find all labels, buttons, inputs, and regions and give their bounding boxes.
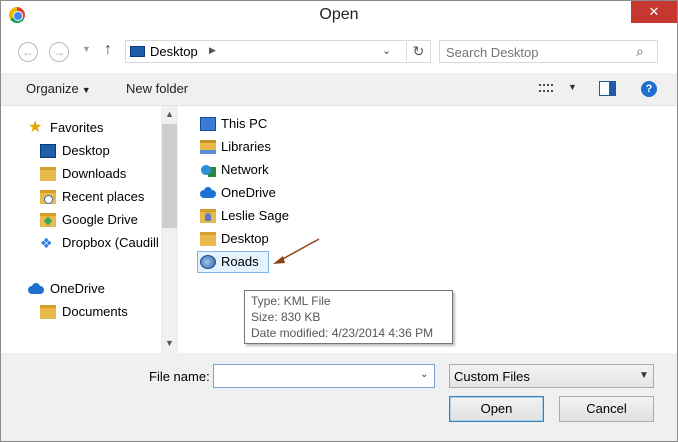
- search-input[interactable]: [446, 44, 626, 60]
- organize-label: Organize: [26, 81, 79, 96]
- chevron-down-icon: ▼: [81, 85, 91, 95]
- breadcrumb-chevron-icon[interactable]: ▶: [209, 45, 216, 56]
- address-dropdown-icon[interactable]: ⌄: [382, 44, 391, 57]
- nav-item-label: Google Drive: [62, 212, 138, 227]
- dialog-footer: File name: ⌄ Custom Files ▼ Open Cancel: [1, 353, 677, 441]
- file-item-label: Roads: [221, 254, 259, 269]
- file-type-select[interactable]: Custom Files ▼: [449, 364, 654, 388]
- file-info-tooltip: Type: KML File Size: 830 KB Date modifie…: [244, 290, 453, 344]
- kml-file-icon: [200, 255, 216, 269]
- nav-item-label: OneDrive: [50, 281, 105, 296]
- file-item-roads[interactable]: Roads: [197, 251, 269, 273]
- chevron-down-icon[interactable]: ⌄: [420, 369, 428, 380]
- organize-button[interactable]: Organize ▼: [26, 81, 91, 96]
- desktop-icon: [130, 46, 145, 57]
- downloads-folder-icon: [40, 167, 56, 181]
- recent-places-icon: [40, 190, 56, 204]
- folder-icon: [40, 305, 56, 319]
- refresh-button[interactable]: ↻: [406, 42, 430, 61]
- desktop-icon: [40, 144, 56, 158]
- up-one-level-button[interactable]: ↑: [104, 41, 112, 59]
- this-pc-icon: [200, 117, 216, 131]
- folder-icon: [200, 232, 216, 246]
- search-icon[interactable]: ⌕: [636, 43, 644, 60]
- nav-item-label: Favorites: [50, 120, 104, 135]
- onedrive-icon: [200, 186, 216, 200]
- file-item-label: Network: [221, 162, 269, 177]
- file-name-combobox[interactable]: ⌄: [213, 364, 435, 388]
- navigation-pane: ★ Favorites Desktop Downloads Recent pla…: [1, 106, 178, 354]
- nav-item-label: Downloads: [62, 166, 127, 181]
- file-item-label: OneDrive: [221, 185, 276, 200]
- file-item-label: This PC: [221, 116, 268, 131]
- scroll-down-icon[interactable]: ▼: [161, 338, 178, 348]
- open-button[interactable]: Open: [449, 396, 544, 422]
- libraries-icon: [200, 140, 216, 154]
- tooltip-size: Size: 830 KB: [251, 310, 321, 324]
- change-view-icon[interactable]: [539, 81, 553, 95]
- recent-locations-chevron-icon[interactable]: ▼: [82, 44, 91, 54]
- tooltip-date-modified: Date modified: 4/23/2014 4:36 PM: [251, 326, 434, 340]
- open-dialog: Open ✕ ← → ▼ ↑ Desktop ▶ ⌄ ↻ ⌕ Organize▼…: [0, 0, 678, 442]
- search-box[interactable]: ⌕: [439, 40, 658, 63]
- address-bar[interactable]: Desktop ▶ ⌄ ↻: [125, 40, 431, 63]
- scroll-up-icon[interactable]: ▲: [161, 109, 178, 119]
- command-bar: Organize ▼ New folder ▼ ?: [1, 73, 677, 105]
- dialog-title: Open: [319, 6, 359, 23]
- file-name-input[interactable]: [217, 368, 413, 384]
- address-breadcrumb[interactable]: Desktop: [150, 44, 198, 59]
- help-icon[interactable]: ?: [641, 81, 657, 97]
- nav-item-label: Desktop: [62, 143, 110, 158]
- file-type-value: Custom Files: [454, 369, 530, 384]
- user-folder-icon: [200, 209, 216, 223]
- file-item-label: Desktop: [221, 231, 269, 246]
- onedrive-icon: [28, 282, 44, 296]
- nav-item-label: Recent places: [62, 189, 145, 204]
- view-options-chevron-icon[interactable]: ▼: [568, 82, 577, 92]
- chevron-down-icon: ▼: [639, 370, 649, 381]
- title-bar: Open ✕: [1, 1, 677, 31]
- forward-button[interactable]: →: [49, 42, 69, 62]
- dropbox-icon: ❖: [40, 235, 53, 251]
- cancel-button[interactable]: Cancel: [559, 396, 654, 422]
- tooltip-type: Type: KML File: [251, 294, 331, 308]
- pointer-arrow-icon: [273, 238, 320, 264]
- star-icon: ★: [28, 119, 43, 136]
- preview-pane-icon[interactable]: [599, 81, 616, 96]
- nav-item-label: Dropbox (Caudill: [62, 235, 159, 250]
- new-folder-button[interactable]: New folder: [126, 81, 188, 96]
- back-button[interactable]: ←: [18, 42, 38, 62]
- file-item-label: Libraries: [221, 139, 271, 154]
- file-name-label: File name:: [149, 369, 210, 384]
- nav-pane-scrollbar[interactable]: ▲ ▼: [161, 106, 178, 354]
- nav-item-label: Documents: [62, 304, 128, 319]
- network-icon: [200, 163, 216, 177]
- navigation-bar: ← → ▼ ↑ Desktop ▶ ⌄ ↻ ⌕: [1, 31, 677, 73]
- google-drive-icon: [40, 213, 56, 227]
- close-button[interactable]: ✕: [631, 1, 677, 23]
- file-item-label: Leslie Sage: [221, 208, 289, 223]
- scroll-thumb[interactable]: [162, 124, 177, 228]
